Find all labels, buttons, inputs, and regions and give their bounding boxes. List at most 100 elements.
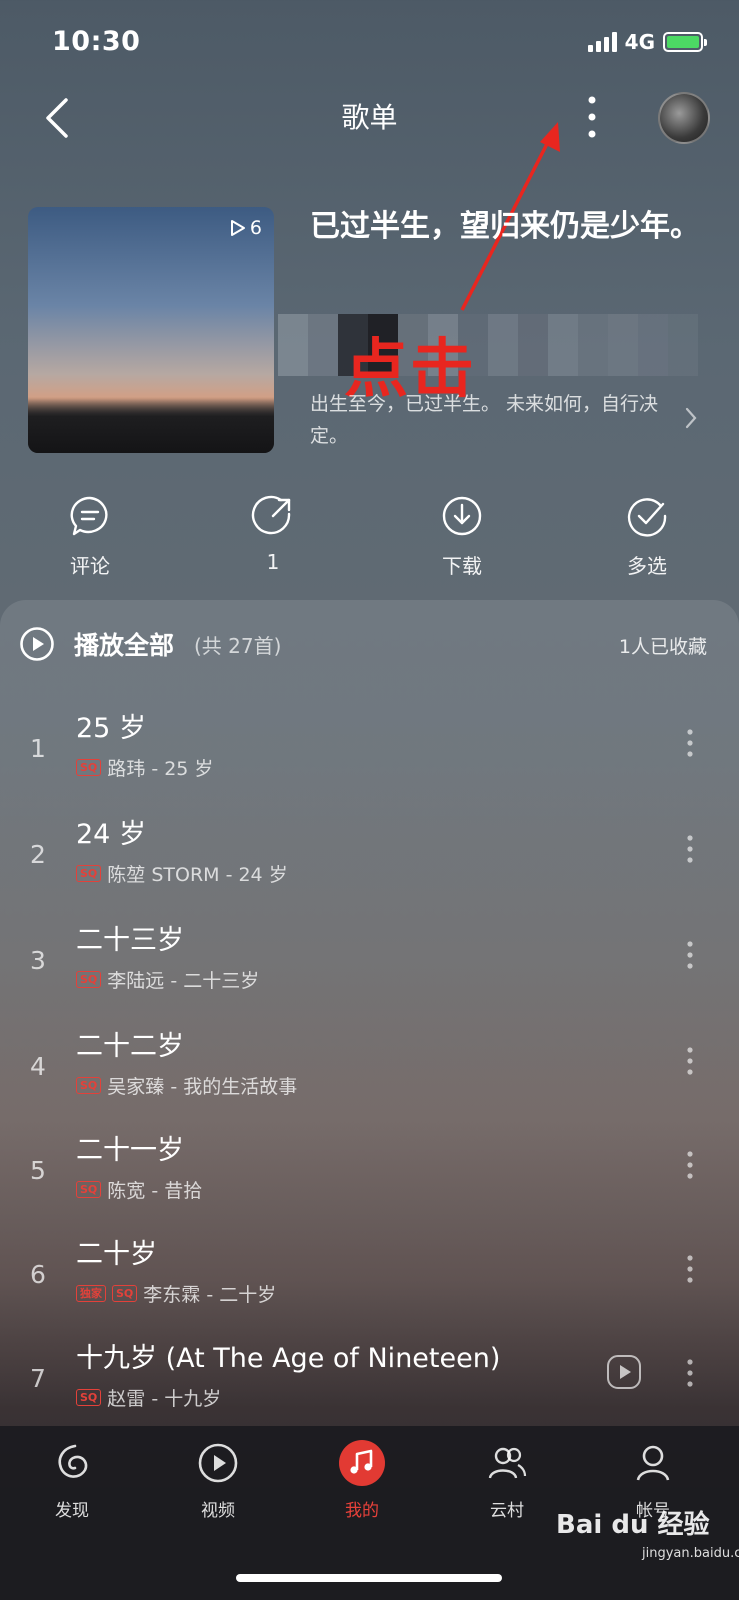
share-button[interactable]: 1 (213, 494, 333, 574)
song-meta: SQ 陈堃 STORM - 24 岁 (76, 860, 288, 887)
community-icon (488, 1447, 527, 1479)
tab-label: 发现 (55, 1501, 89, 1521)
song-more-icon[interactable] (686, 940, 694, 970)
download-label: 下载 (442, 554, 482, 578)
play-all-icon[interactable] (19, 626, 55, 662)
discover-icon (58, 1444, 88, 1478)
play-outline-icon (230, 220, 245, 236)
song-more-icon[interactable] (686, 1358, 694, 1388)
multi-select-icon (627, 498, 667, 537)
song-index: 1 (30, 734, 46, 763)
status-time: 10:30 (52, 26, 141, 57)
playlist-title[interactable]: 已过半生，望归来仍是少年。 (310, 204, 710, 250)
song-more-icon[interactable] (686, 1046, 694, 1076)
exclusive-badge: 独家 (76, 1285, 106, 1302)
song-index: 5 (30, 1156, 46, 1185)
comment-button[interactable]: 评论 (30, 494, 150, 579)
comment-icon (70, 496, 108, 536)
song-index: 6 (30, 1260, 46, 1289)
mv-play-icon[interactable] (606, 1354, 642, 1390)
tab-mine[interactable]: 我的 (312, 1440, 412, 1521)
tab-label: 视频 (201, 1501, 235, 1521)
tab-label: 我的 (345, 1501, 379, 1521)
battery-icon (663, 32, 707, 52)
song-meta: SQ 陈宽 - 昔拾 (76, 1176, 202, 1203)
song-meta: SQ 赵雷 - 十九岁 (76, 1384, 221, 1411)
play-count: 6 (230, 217, 262, 239)
download-icon (442, 496, 482, 536)
song-row[interactable]: 2 24 岁 SQ 陈堃 STORM - 24 岁 (0, 812, 739, 916)
song-artist-album: 李陆远 - 二十三岁 (107, 970, 260, 992)
multi-select-button[interactable]: 多选 (587, 494, 707, 579)
home-indicator[interactable] (236, 1574, 502, 1582)
song-meta: SQ 路玮 - 25 岁 (76, 754, 213, 781)
play-all-button[interactable]: 播放全部 (74, 626, 174, 662)
song-row[interactable]: 4 二十二岁 SQ 吴家臻 - 我的生活故事 (0, 1024, 739, 1128)
song-row[interactable]: 3 二十三岁 SQ 李陆远 - 二十三岁 (0, 918, 739, 1022)
song-index: 7 (30, 1364, 46, 1393)
sq-badge: SQ (76, 971, 102, 988)
share-icon (251, 495, 291, 535)
playlist-cover[interactable]: 6 (28, 207, 274, 453)
sq-badge: SQ (112, 1285, 138, 1302)
tab-discover[interactable]: 发现 (22, 1440, 122, 1521)
music-note-icon (339, 1440, 385, 1486)
song-artist-album: 陈堃 STORM - 24 岁 (107, 864, 288, 886)
song-more-icon[interactable] (686, 1254, 694, 1284)
song-count: (共 27首) (194, 634, 282, 658)
song-title: 二十岁 (76, 1239, 157, 1270)
video-icon (198, 1443, 238, 1483)
watermark-url: jingyan.baidu.com (642, 1546, 739, 1561)
song-row[interactable]: 6 二十岁 独家 SQ 李东霖 - 二十岁 (0, 1232, 739, 1336)
account-icon (636, 1445, 670, 1481)
tab-community[interactable]: 云村 (457, 1440, 557, 1521)
status-icons: 4G (587, 30, 707, 54)
tab-label: 云村 (490, 1501, 524, 1521)
sq-badge: SQ (76, 865, 102, 882)
song-index: 2 (30, 840, 46, 869)
song-meta: 独家 SQ 李东霖 - 二十岁 (76, 1280, 276, 1307)
song-row[interactable]: 1 25 岁 SQ 路玮 - 25 岁 (0, 706, 739, 810)
signal-icon (587, 32, 617, 52)
collected-count[interactable]: 1人已收藏 (619, 632, 707, 659)
song-artist-album: 吴家臻 - 我的生活故事 (107, 1076, 298, 1098)
network-type: 4G (624, 30, 655, 54)
more-options-icon[interactable] (585, 94, 599, 140)
song-row[interactable]: 5 二十一岁 SQ 陈宽 - 昔拾 (0, 1128, 739, 1232)
song-title: 二十三岁 (76, 925, 184, 956)
comment-label: 评论 (70, 554, 110, 578)
song-meta: SQ 吴家臻 - 我的生活故事 (76, 1072, 297, 1099)
song-title: 二十一岁 (76, 1135, 184, 1166)
download-button[interactable]: 下载 (402, 494, 522, 579)
song-more-icon[interactable] (686, 834, 694, 864)
creator-redacted (278, 314, 698, 376)
song-index: 4 (30, 1052, 46, 1081)
song-artist-album: 路玮 - 25 岁 (107, 758, 214, 780)
song-title: 25 岁 (76, 713, 146, 744)
page-title: 歌单 (341, 101, 398, 134)
song-artist-album: 李东霖 - 二十岁 (143, 1284, 277, 1306)
play-count-value: 6 (249, 217, 262, 239)
song-more-icon[interactable] (686, 728, 694, 758)
sq-badge: SQ (76, 1389, 102, 1406)
song-more-icon[interactable] (686, 1150, 694, 1180)
user-avatar[interactable] (658, 92, 710, 144)
song-meta: SQ 李陆远 - 二十三岁 (76, 966, 259, 993)
song-artist-album: 赵雷 - 十九岁 (107, 1388, 222, 1410)
sq-badge: SQ (76, 1181, 102, 1198)
song-title: 十九岁 (At The Age of Nineteen) (76, 1343, 501, 1374)
song-index: 3 (30, 946, 46, 975)
song-title: 24 岁 (76, 819, 146, 850)
cover-silhouette (28, 397, 274, 453)
playlist-description[interactable]: 出生至今，已过半生。 未来如何，自行决定。 (310, 388, 680, 452)
sq-badge: SQ (76, 759, 102, 776)
song-artist-album: 陈宽 - 昔拾 (107, 1180, 203, 1202)
song-title: 二十二岁 (76, 1031, 184, 1062)
sq-badge: SQ (76, 1077, 102, 1094)
multi-select-label: 多选 (627, 554, 667, 578)
share-count: 1 (266, 550, 280, 574)
chevron-right-icon[interactable] (684, 406, 698, 430)
song-row[interactable]: 7 十九岁 (At The Age of Nineteen) SQ 赵雷 - 十… (0, 1336, 739, 1440)
tab-video[interactable]: 视频 (168, 1440, 268, 1521)
baidu-watermark: Bai du 经验 (556, 1510, 710, 1540)
